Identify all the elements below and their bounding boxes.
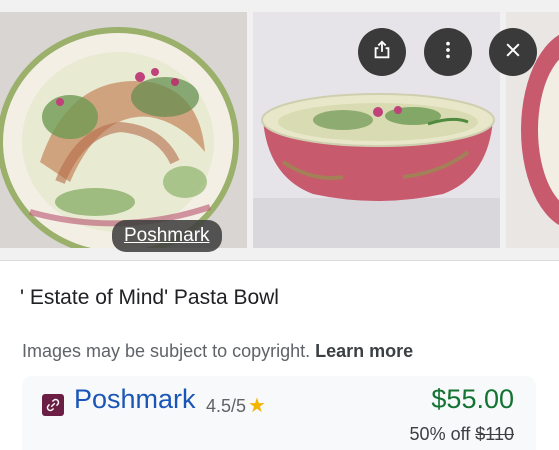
offer-price: $55.00 — [431, 384, 514, 414]
share-icon — [371, 39, 393, 66]
merchant-logo-icon — [42, 394, 64, 416]
learn-more-link[interactable]: Learn more — [315, 341, 413, 361]
rating-value: 4.5/5 — [206, 396, 247, 416]
star-icon: ★ — [248, 395, 266, 417]
image-gallery: Poshmark — [0, 0, 559, 260]
product-title: ' Estate of Mind' Pasta Bowl — [20, 286, 279, 309]
more-vert-icon — [437, 39, 459, 66]
copyright-notice: Images may be subject to copyright. Lear… — [22, 341, 413, 362]
merchant-name-link[interactable]: Poshmark — [74, 384, 196, 415]
discount-text: 50% off — [409, 424, 471, 444]
copyright-text: Images may be subject to copyright. — [22, 341, 311, 361]
original-price: $110 — [475, 424, 514, 444]
share-button[interactable] — [358, 28, 406, 76]
product-image-plate[interactable] — [0, 12, 247, 248]
image-source-badge[interactable]: Poshmark — [112, 220, 222, 252]
close-button[interactable] — [489, 28, 537, 76]
discount-info: 50% off $110 — [410, 424, 514, 445]
offer-card[interactable]: Poshmark 4.5/5 ★ $55.00 50% off $110 — [22, 376, 536, 450]
close-icon — [503, 40, 523, 65]
merchant-rating: 4.5/5 ★ — [206, 393, 266, 418]
image-source-label[interactable]: Poshmark — [124, 225, 210, 246]
more-options-button[interactable] — [424, 28, 472, 76]
section-divider — [0, 260, 559, 261]
